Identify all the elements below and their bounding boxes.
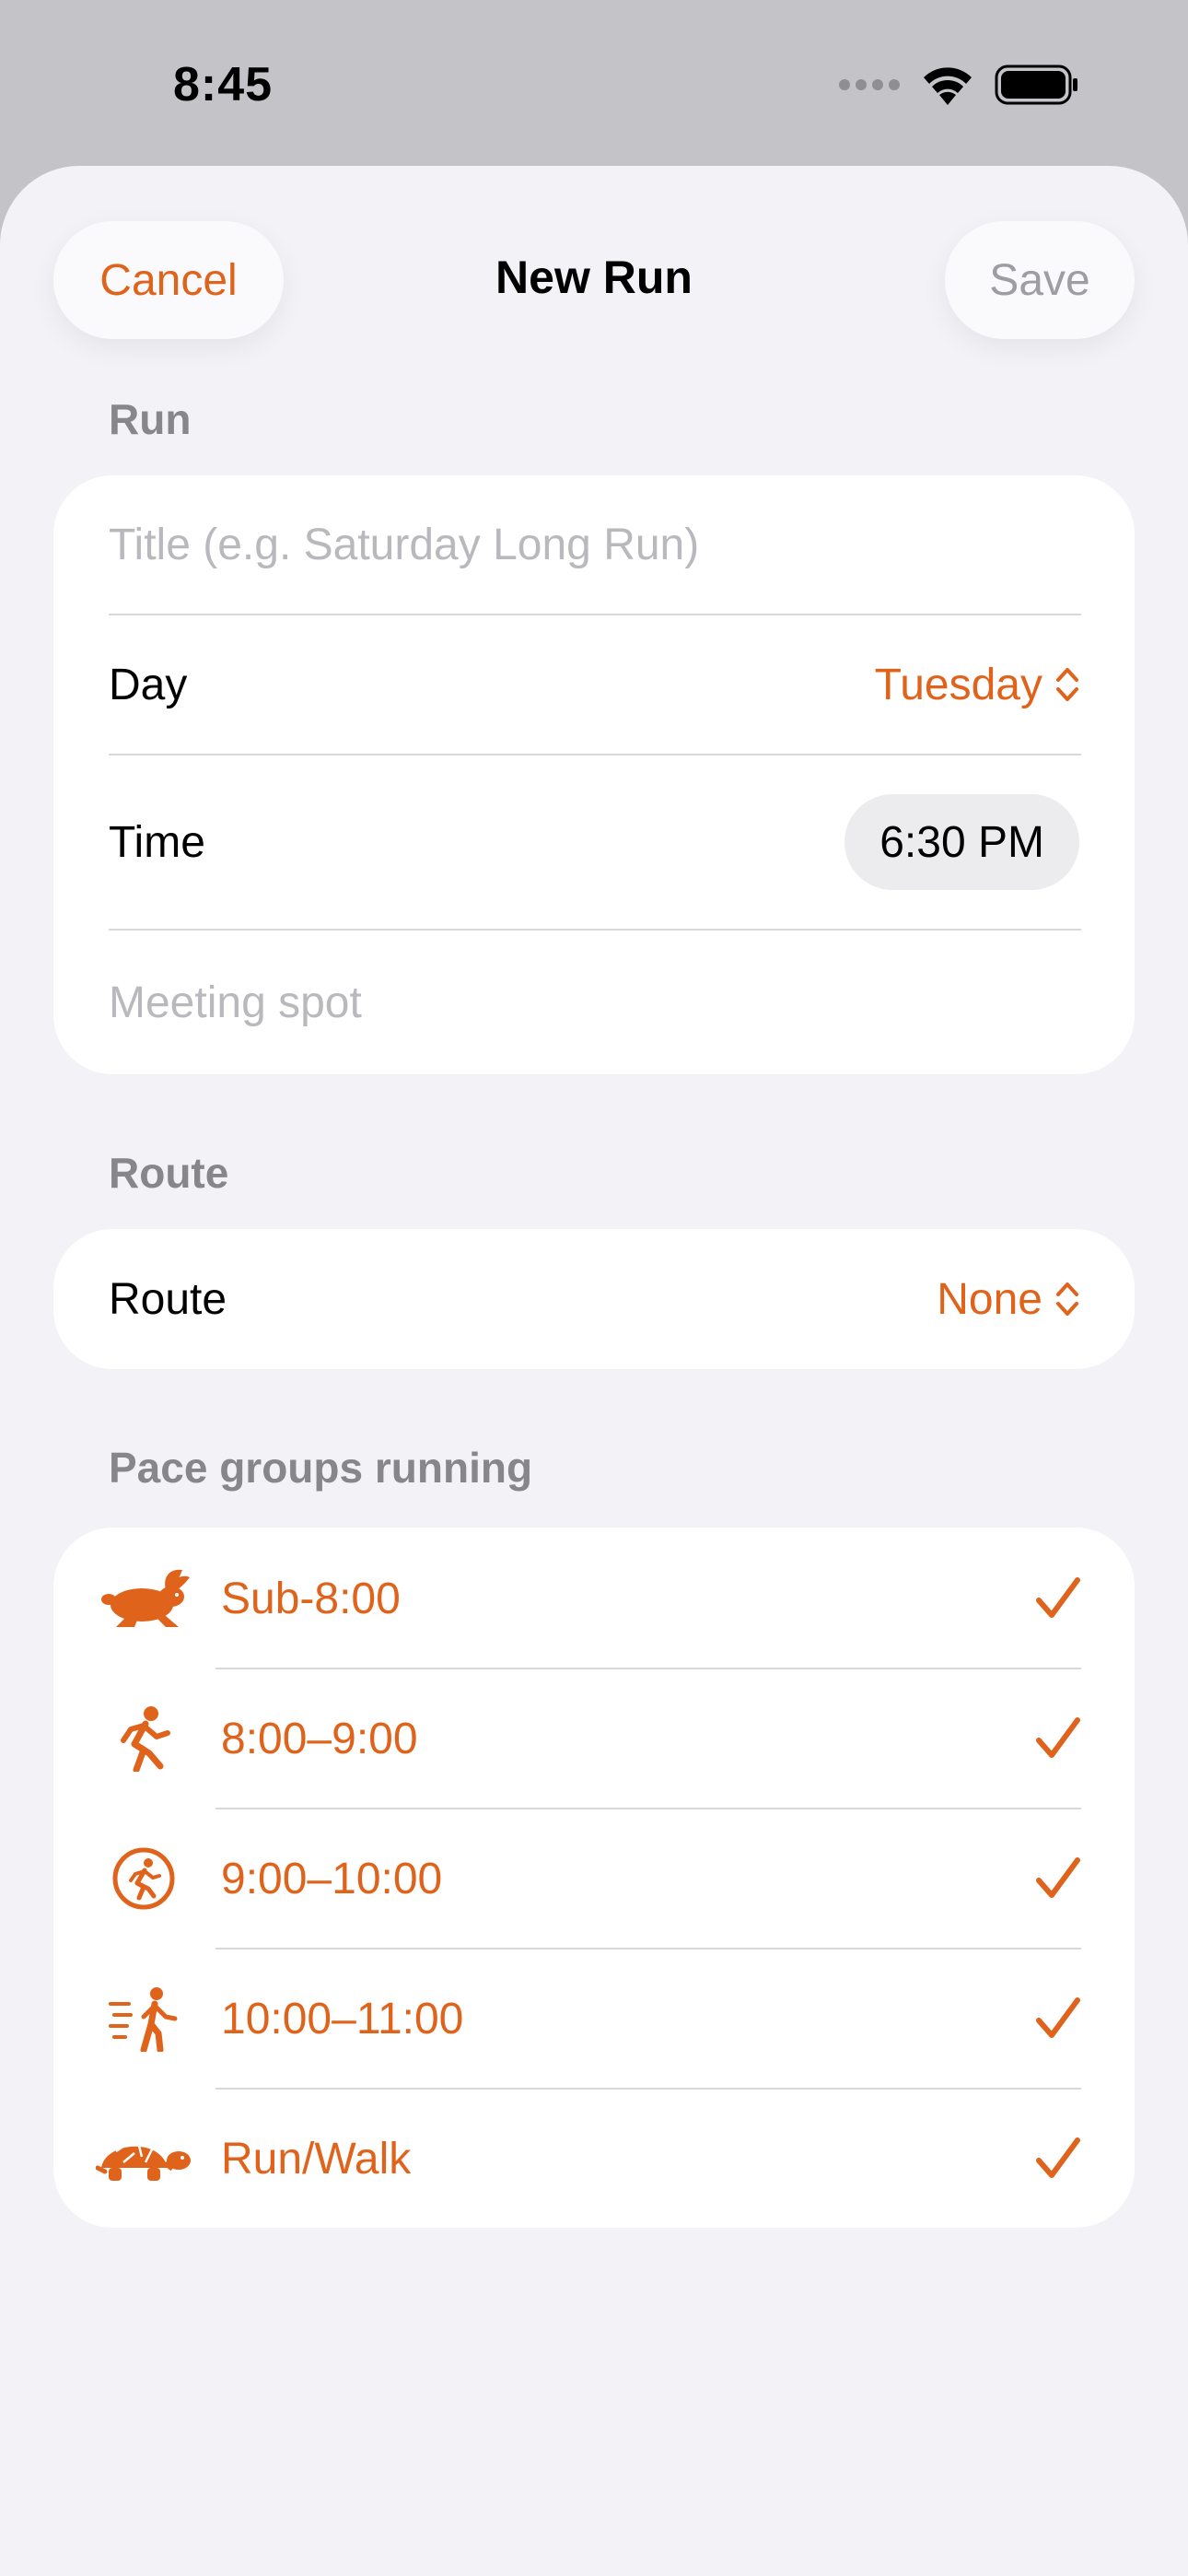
route-value: None xyxy=(937,1274,1042,1324)
section-header-pace-groups: Pace groups running xyxy=(109,1444,533,1492)
battery-icon xyxy=(995,64,1077,105)
chevron-up-down-icon xyxy=(1056,1282,1078,1316)
day-label: Day xyxy=(109,660,188,709)
pace-group-row[interactable]: 10:00–11:00 xyxy=(96,1950,1081,2088)
tortoise-icon xyxy=(96,2122,192,2195)
day-value: Tuesday xyxy=(874,660,1042,709)
runner-icon xyxy=(96,1702,192,1775)
checkmark-icon xyxy=(1036,1997,1080,2038)
section-header-route: Route xyxy=(109,1149,229,1197)
pace-group-label: 8:00–9:00 xyxy=(221,1714,418,1763)
pace-group-label: Run/Walk xyxy=(221,2134,412,2184)
route-label: Route xyxy=(109,1274,227,1324)
route-card: Route None xyxy=(53,1229,1135,1369)
checkmark-icon xyxy=(1036,1577,1080,1618)
pace-group-label: 9:00–10:00 xyxy=(221,1854,443,1903)
new-run-sheet: Cancel New Run Save Run Title (e.g. Satu… xyxy=(0,166,1188,2576)
title-placeholder: Title (e.g. Saturday Long Run) xyxy=(109,520,700,569)
run-card: Title (e.g. Saturday Long Run) Day Tuesd… xyxy=(53,475,1135,1074)
checkmark-icon xyxy=(1036,1857,1080,1898)
title-field[interactable]: Title (e.g. Saturday Long Run) xyxy=(109,475,1079,614)
section-header-run: Run xyxy=(109,395,192,443)
status-bar: 8:45 xyxy=(0,0,1188,166)
meeting-spot-placeholder: Meeting spot xyxy=(109,978,362,1027)
pace-groups-card: Sub-8:00 8:00–9:00 9:00–10:00 10:00–11:0… xyxy=(53,1528,1135,2228)
walker-motion-icon xyxy=(96,1982,192,2055)
time-picker-button[interactable]: 6:30 PM xyxy=(844,794,1079,890)
pace-group-label: 10:00–11:00 xyxy=(221,1994,464,2043)
checkmark-icon xyxy=(1036,2137,1080,2178)
time-label: Time xyxy=(109,817,205,867)
hare-icon xyxy=(96,1562,192,1635)
signal-dots-icon xyxy=(839,79,900,90)
route-row[interactable]: Route None xyxy=(109,1229,1079,1369)
route-picker[interactable]: None xyxy=(937,1274,1079,1325)
pace-group-row[interactable]: Sub-8:00 xyxy=(96,1529,1081,1668)
status-time: 8:45 xyxy=(173,58,274,111)
day-row[interactable]: Day Tuesday xyxy=(109,615,1079,754)
checkmark-icon xyxy=(1036,1717,1080,1758)
time-row: Time 6:30 PM xyxy=(109,755,1079,929)
status-icons xyxy=(838,64,1079,105)
runner-circle-icon xyxy=(96,1842,192,1915)
pace-group-row[interactable]: 9:00–10:00 xyxy=(96,1809,1081,1948)
pace-group-label: Sub-8:00 xyxy=(221,1574,401,1623)
meeting-spot-field[interactable]: Meeting spot xyxy=(109,931,1079,1074)
pace-group-row[interactable]: 8:00–9:00 xyxy=(96,1669,1081,1808)
pace-group-row[interactable]: Run/Walk xyxy=(96,2090,1081,2228)
day-picker[interactable]: Tuesday xyxy=(875,660,1079,710)
chevron-up-down-icon xyxy=(1056,668,1078,701)
wifi-icon xyxy=(924,67,972,105)
save-button[interactable]: Save xyxy=(945,221,1135,339)
